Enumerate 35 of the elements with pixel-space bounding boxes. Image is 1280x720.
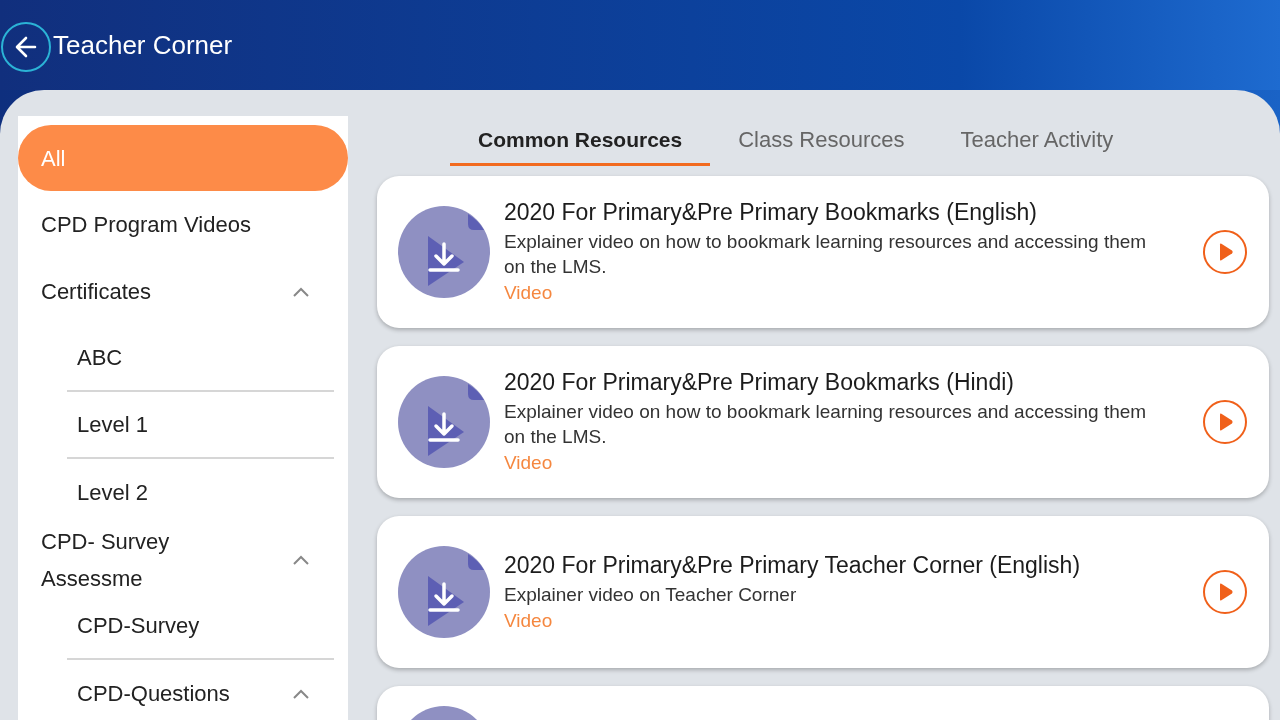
resource-description: Explainer video on Teacher Corner xyxy=(504,582,798,607)
tab[interactable]: Common Resources xyxy=(450,116,711,166)
resource-type: Video xyxy=(504,281,554,305)
resource-type: Video xyxy=(504,608,554,633)
sidebar-item[interactable]: CPD Program Videos xyxy=(18,191,348,258)
sidebar-subitem[interactable]: ABC xyxy=(67,325,334,392)
play-button[interactable] xyxy=(1203,570,1247,614)
sidebar-item[interactable]: Certificates xyxy=(18,258,348,325)
resource-description: Explainer video on how to bookmark learning resources and accessing them on the LMS. xyxy=(504,400,1148,449)
back-button[interactable] xyxy=(1,22,51,72)
play-button[interactable] xyxy=(1203,230,1247,274)
resource-type: Video xyxy=(504,451,554,475)
sidebar-subitem[interactable]: Level 2 xyxy=(67,459,334,526)
tab[interactable]: Class Resources xyxy=(710,116,933,166)
video-file-icon xyxy=(398,546,490,638)
sidebar-subitem[interactable]: CPD-Survey xyxy=(67,593,334,660)
back-arrow-icon[interactable] xyxy=(13,34,39,60)
chevron-icon[interactable] xyxy=(292,553,310,566)
chevron-icon[interactable] xyxy=(292,687,310,700)
tab[interactable]: Teacher Activity xyxy=(932,116,1142,166)
resource-description: Explainer video on how to bookmark learning resources and accessing them on the LMS. xyxy=(504,230,1148,279)
resource-card[interactable]: 2020 For Primary&Pre Primary Bookmarks (English) Explainer video on how to bookmark learning resources and accessing them on the LMS. Video xyxy=(377,176,1269,328)
sidebar-subitem[interactable]: CPD-Questions xyxy=(67,660,334,720)
video-file-icon xyxy=(398,376,490,468)
video-file-icon xyxy=(398,206,490,298)
resource-title: 2020 For Primary&Pre Primary Bookmarks (Hindi) xyxy=(504,368,1015,397)
resource-card[interactable]: 2020 For Primary&Pre Primary Teacher Corner (English) Explainer video on Teacher Corner Video xyxy=(377,516,1269,668)
chevron-icon[interactable] xyxy=(292,285,310,298)
resource-title: 2020 For Primary&Pre Primary Bookmarks (English) xyxy=(504,198,1038,227)
sidebar-subitem[interactable]: Level 1 xyxy=(67,392,334,459)
resource-card[interactable]: 2020 For Primary&Pre Primary Bookmarks (Hindi) Explainer video on how to bookmark learning resources and accessing them on the LMS. Video xyxy=(377,346,1269,498)
sidebar-item[interactable]: CPD- Survey Assessme xyxy=(18,526,348,593)
play-button[interactable] xyxy=(1203,400,1247,444)
page-title: Teacher Corner xyxy=(53,29,233,62)
resource-title: 2020 For Primary&Pre Primary Teacher Corner (English) xyxy=(504,550,1082,580)
